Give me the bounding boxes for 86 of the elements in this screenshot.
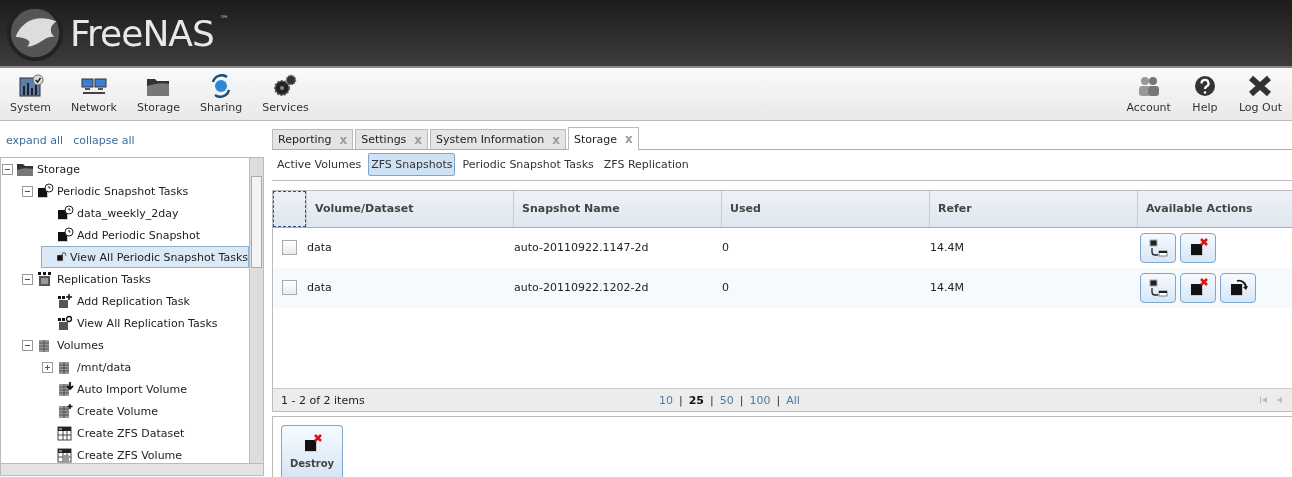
logo-text: FreeNAS xyxy=(70,12,214,54)
toolbar-button[interactable]: Sharing xyxy=(190,68,253,120)
row-checkbox[interactable] xyxy=(282,240,297,256)
toolbar-button[interactable]: Account xyxy=(1116,68,1181,120)
tree-item[interactable]: data_weekly_2day xyxy=(41,202,249,224)
page-size-link[interactable]: 10 xyxy=(659,393,673,407)
folder-icon xyxy=(16,161,34,177)
snapshot-clock-icon xyxy=(36,183,54,199)
tab[interactable]: Storage x xyxy=(568,127,639,150)
destroy-button[interactable]: Destroy xyxy=(281,425,343,477)
disk-add-icon xyxy=(56,403,74,419)
scrollbar[interactable] xyxy=(1,463,263,475)
page-size-link[interactable]: All xyxy=(786,393,800,407)
page-size-link[interactable]: 50 xyxy=(719,393,734,407)
action-button[interactable] xyxy=(1180,232,1216,263)
column-header[interactable]: Refer xyxy=(929,190,1137,227)
subtab[interactable]: Periodic Snapshot Tasks xyxy=(459,153,597,177)
scrollbar[interactable] xyxy=(249,158,263,463)
toolbar-button[interactable]: Help xyxy=(1180,68,1229,120)
tree-item[interactable]: Replication Tasks xyxy=(21,268,249,290)
table-cell-text: 14.4M xyxy=(929,281,965,295)
snapshot-clock-icon xyxy=(56,205,74,221)
tree-item[interactable]: View All Periodic Snapshot Tasks xyxy=(41,246,249,268)
tree-item[interactable]: Storage xyxy=(1,158,249,180)
table-cell-text: 14.4M xyxy=(929,241,965,255)
collapse-toggle[interactable] xyxy=(22,273,33,285)
table-cell-text: data xyxy=(306,281,333,295)
table-cell-text: auto-20110922.1202-2d xyxy=(513,281,650,295)
collapse-toggle[interactable] xyxy=(22,339,33,351)
column-header[interactable]: Used xyxy=(721,190,929,227)
tab[interactable]: Reporting x xyxy=(272,129,354,149)
table-cell-text: 0 xyxy=(721,241,730,255)
column-header[interactable]: Available Actions xyxy=(1137,190,1292,227)
tree-item[interactable]: Auto Import Volume xyxy=(41,378,249,400)
disk-import-icon xyxy=(56,381,74,397)
replication-search-icon xyxy=(56,315,74,331)
tab[interactable]: Settings x xyxy=(355,129,429,149)
action-button[interactable] xyxy=(1140,232,1176,263)
toolbar-button[interactable]: Network xyxy=(61,68,127,120)
clone-icon xyxy=(1147,237,1169,258)
separator: | xyxy=(679,393,683,407)
tree-link[interactable]: expand all xyxy=(6,134,64,147)
table-cell-text: 0 xyxy=(721,281,730,295)
tree-item[interactable]: Create ZFS Volume xyxy=(41,444,249,463)
subtab[interactable]: Active Volumes xyxy=(274,153,365,177)
item-count: 1 - 2 of 2 items xyxy=(281,393,365,407)
expand-toggle[interactable] xyxy=(42,361,53,373)
subtab[interactable]: ZFS Replication xyxy=(600,153,692,177)
tree-item[interactable]: Add Replication Task xyxy=(41,290,249,312)
page-size-link[interactable]: 25 xyxy=(688,393,705,407)
row-checkbox[interactable] xyxy=(282,280,297,296)
toolbar-button[interactable]: Log Out xyxy=(1228,68,1292,120)
page-size-link[interactable]: 100 xyxy=(749,393,771,407)
tree-item[interactable]: Add Periodic Snapshot xyxy=(41,224,249,246)
tree-item[interactable]: Create Volume xyxy=(41,400,249,422)
table-icon xyxy=(56,425,74,441)
tree-item[interactable]: View All Replication Tasks xyxy=(41,312,249,334)
column-header[interactable]: Volume/Dataset xyxy=(306,190,513,227)
clone-icon xyxy=(1147,277,1169,298)
trademark-mark: ™ xyxy=(219,14,229,24)
replication-add-icon xyxy=(56,293,74,309)
subtab[interactable]: ZFS Snapshots xyxy=(368,153,456,177)
separator: | xyxy=(739,393,744,407)
action-button[interactable] xyxy=(1180,272,1216,303)
tree-item[interactable]: Periodic Snapshot Tasks xyxy=(21,180,249,202)
table-cell-text: data xyxy=(306,241,333,255)
collapse-toggle[interactable] xyxy=(2,163,13,175)
tree-item[interactable]: /mnt/data xyxy=(41,356,249,378)
tree-item[interactable]: Volumes xyxy=(21,334,249,356)
toolbar-button[interactable]: System xyxy=(0,68,62,120)
separator: | xyxy=(710,393,714,407)
tree-item[interactable]: Create ZFS Dataset xyxy=(41,422,249,444)
collapse-toggle[interactable] xyxy=(22,185,33,197)
select-all-header[interactable] xyxy=(273,190,306,227)
action-button[interactable] xyxy=(1140,272,1176,303)
replication-icon xyxy=(36,271,54,287)
snapshot-clock-icon xyxy=(56,227,74,243)
separator: | xyxy=(776,393,781,407)
toolbar-button[interactable]: Storage xyxy=(126,68,190,120)
chart-icon xyxy=(16,74,45,98)
column-header[interactable]: Snapshot Name xyxy=(513,190,721,227)
tree-link[interactable]: collapse all xyxy=(73,134,135,147)
table-cell-text: auto-20110922.1147-2d xyxy=(513,241,650,255)
toolbar-button[interactable]: Services xyxy=(252,68,319,120)
action-button[interactable] xyxy=(1220,272,1256,303)
tab[interactable]: System Information x xyxy=(430,129,567,149)
